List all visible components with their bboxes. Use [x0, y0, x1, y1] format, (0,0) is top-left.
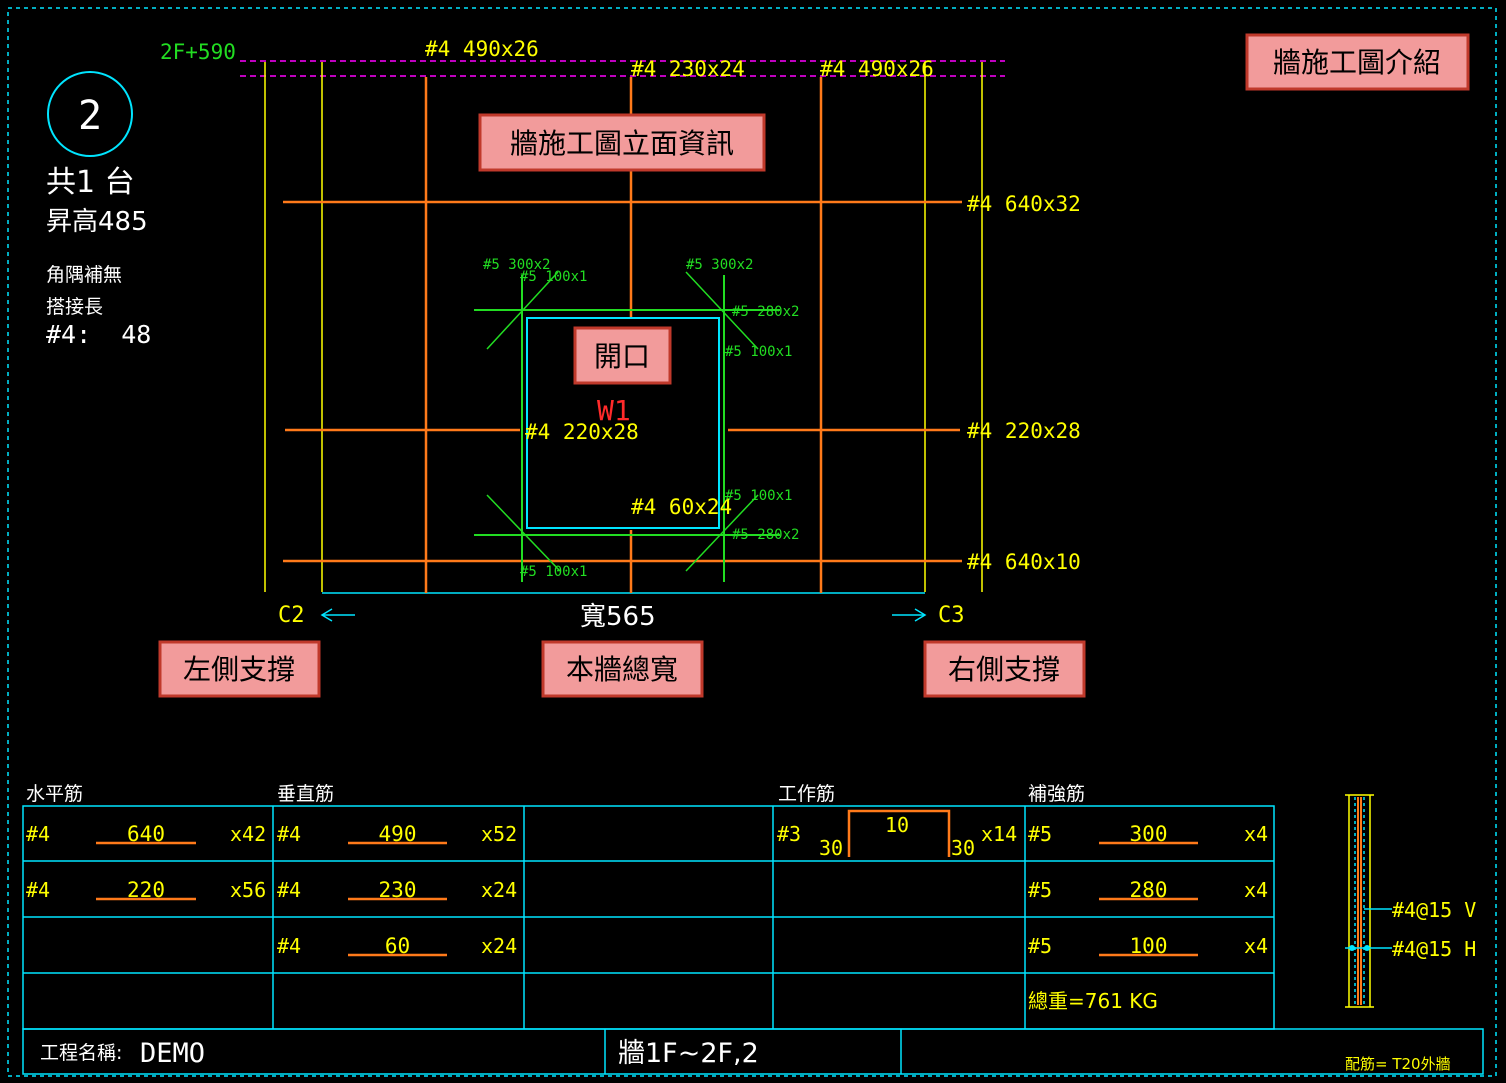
vertical-row-0-bar: #4	[277, 822, 301, 846]
work-bar-left: 30	[819, 836, 843, 860]
work-bar-right: 30	[951, 836, 975, 860]
reinf-label-br-a: #5 100x1	[725, 488, 792, 504]
top-bar-label-2: #4 230x24	[631, 57, 745, 81]
right-bar-label-3: #4 640x10	[967, 550, 1081, 574]
callout-right-support-text: 右側支撐	[948, 653, 1060, 686]
callout-elevation-info: 牆施工圖立面資訊	[478, 113, 766, 172]
left-support-label: C2	[278, 603, 305, 628]
right-bar-label-2: #4 220x28	[967, 419, 1081, 443]
reinf-label-tr-c: #5 100x1	[725, 344, 792, 360]
header-reinforce: 補強筋	[1028, 783, 1085, 805]
vertical-row-1-qty: x24	[481, 878, 517, 902]
diag-bottom-left	[486, 494, 561, 572]
project-label: 工程名稱:	[40, 1042, 122, 1064]
top-bar-label-1: #4 490x26	[425, 37, 539, 61]
callout-intro: 牆施工圖介紹	[1245, 33, 1470, 91]
reinf-label-tl-b: #5 100x1	[520, 269, 587, 285]
reinf-label-tr-b: #5 280x2	[732, 304, 799, 320]
right-bar-label-1: #4 640x32	[967, 192, 1081, 216]
height-label: 昇高485	[46, 207, 148, 237]
inner-bar-low: #4 60x24	[631, 495, 732, 519]
callout-opening: 開口	[573, 326, 672, 385]
count-label: 共1 台	[46, 165, 135, 200]
project-name: DEMO	[140, 1038, 205, 1069]
horizontal-row-1-qty: x56	[230, 878, 266, 902]
callout-opening-text: 開口	[594, 340, 650, 373]
wall-section-detail	[1345, 794, 1392, 1008]
horizontal-row-0-qty: x42	[230, 822, 266, 846]
callout-total-width-text: 本牆總寬	[566, 653, 678, 686]
vertical-row-2-qty: x24	[481, 934, 517, 958]
header-vertical: 垂直筋	[277, 783, 334, 805]
total-weight: 總重=761 KG	[1028, 989, 1158, 1013]
corner-label: 角隅補無	[46, 264, 122, 286]
reinforce-row-2-qty: x4	[1244, 934, 1268, 958]
vertical-row-2-bar: #4	[277, 934, 301, 958]
work-bar-top: 10	[885, 813, 909, 837]
horizontal-row-0-bar: #4	[26, 822, 50, 846]
section-v-label: #4@15 V	[1392, 898, 1476, 922]
work-bar-number: #3	[777, 822, 801, 846]
horizontal-row-1-bar: #4	[26, 878, 50, 902]
section-h-label: #4@15 H	[1392, 937, 1476, 961]
wall-number: 2	[78, 93, 102, 139]
reinforce-row-0-qty: x4	[1244, 822, 1268, 846]
vertical-row-1-bar: #4	[277, 878, 301, 902]
reinf-label-tr-a: #5 300x2	[686, 257, 753, 273]
wall-construction-drawing: 2 共1 台 昇高485 角隅補無 搭接長 #4: 48 2F+590 #4 4…	[7, 7, 1497, 1077]
width-label: 寬565	[580, 602, 656, 632]
callout-left-support-text: 左側支撐	[183, 653, 295, 686]
lap-value: #4: 48	[46, 320, 151, 349]
callout-total-width: 本牆總寬	[541, 640, 704, 698]
callout-left-support: 左側支撐	[158, 640, 321, 698]
lap-label: 搭接長	[46, 296, 103, 318]
wall-range: 牆1F~2F,2	[618, 1038, 759, 1069]
reinforce-row-2-bar: #5	[1028, 934, 1052, 958]
header-horizontal: 水平筋	[26, 783, 83, 805]
right-support-label: C3	[938, 603, 965, 628]
reinforce-row-1-qty: x4	[1244, 878, 1268, 902]
inner-bar-mid: #4 220x28	[525, 420, 639, 444]
reinf-label-br-b: #5 280x2	[732, 527, 799, 543]
schedule-rows: #4 640 x42#4 220 x56#4 490 x52#4 230 x24#4 60 x24#…	[26, 822, 1268, 958]
callout-right-support: 右側支撐	[923, 640, 1086, 698]
config-label: 配筋= T20外牆	[1345, 1055, 1451, 1073]
top-bar-label-3: #4 490x26	[820, 57, 934, 81]
work-bar-qty: x14	[981, 822, 1017, 846]
reinforce-row-1-bar: #5	[1028, 878, 1052, 902]
vertical-row-0-qty: x52	[481, 822, 517, 846]
reinf-label-bl-a: #5 100x1	[520, 564, 587, 580]
level-label: 2F+590	[160, 40, 236, 64]
header-work: 工作筋	[778, 783, 835, 805]
reinforce-row-0-bar: #5	[1028, 822, 1052, 846]
callout-elevation-info-text: 牆施工圖立面資訊	[510, 127, 734, 160]
callout-intro-text: 牆施工圖介紹	[1273, 46, 1441, 79]
